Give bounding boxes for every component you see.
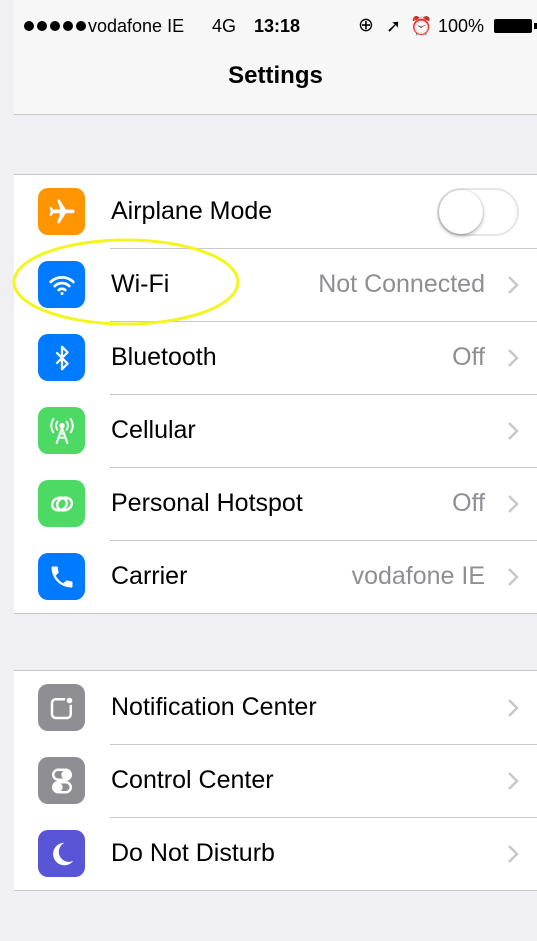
row-label: Personal Hotspot xyxy=(111,489,303,517)
settings-group-connectivity: Airplane Mode Wi-Fi Not Connected Blueto… xyxy=(14,174,537,614)
notification-center-row[interactable]: Notification Center xyxy=(14,671,537,744)
notification-center-icon xyxy=(38,684,85,731)
do-not-disturb-row[interactable]: Do Not Disturb xyxy=(14,817,537,890)
chevron-right-icon xyxy=(508,276,519,294)
row-detail: Off xyxy=(452,343,485,371)
moon-icon xyxy=(38,830,85,877)
location-arrow-icon: ➚ xyxy=(386,16,402,36)
battery-percentage: 100% xyxy=(438,16,485,36)
chevron-right-icon xyxy=(508,349,519,367)
chevron-right-icon xyxy=(508,845,519,863)
airplane-mode-toggle[interactable] xyxy=(437,188,519,236)
airplane-icon xyxy=(38,188,85,235)
phone-icon xyxy=(38,553,85,600)
chevron-right-icon xyxy=(508,568,519,586)
status-network: 4G xyxy=(212,16,237,36)
chevron-right-icon xyxy=(508,495,519,513)
bluetooth-row[interactable]: Bluetooth Off xyxy=(14,321,537,394)
row-label: Do Not Disturb xyxy=(111,839,275,867)
status-time: 13:18 xyxy=(254,16,301,36)
chevron-right-icon xyxy=(508,699,519,717)
carrier-row[interactable]: Carrier vodafone IE xyxy=(14,540,537,613)
page-title: Settings xyxy=(228,62,323,89)
bluetooth-icon xyxy=(38,334,85,381)
hotspot-link-icon xyxy=(38,480,85,527)
row-label: Cellular xyxy=(111,416,196,444)
row-detail: Not Connected xyxy=(318,270,485,298)
row-label: Notification Center xyxy=(111,693,317,721)
signal-strength-icon xyxy=(24,21,86,31)
wifi-row[interactable]: Wi-Fi Not Connected xyxy=(14,248,537,321)
row-detail: vodafone IE xyxy=(351,562,485,590)
status-bar: vodafone IE 4G 13:18 ⊕ ➚ ⏰ 100% xyxy=(14,12,537,40)
cellular-row[interactable]: Cellular xyxy=(14,394,537,467)
top-bar: vodafone IE 4G 13:18 ⊕ ➚ ⏰ 100% Settings xyxy=(14,0,537,115)
status-carrier: vodafone IE xyxy=(88,16,185,36)
chevron-right-icon xyxy=(508,422,519,440)
row-label: Bluetooth xyxy=(111,343,217,371)
chevron-right-icon xyxy=(508,772,519,790)
wifi-icon xyxy=(38,261,85,308)
settings-screen: vodafone IE 4G 13:18 ⊕ ➚ ⏰ 100% Settings… xyxy=(14,0,537,941)
battery-icon xyxy=(494,19,537,33)
control-center-icon xyxy=(38,757,85,804)
row-label: Carrier xyxy=(111,562,188,590)
row-label: Control Center xyxy=(111,766,274,794)
row-detail: Off xyxy=(452,489,485,517)
alarm-icon: ⏰ xyxy=(410,16,433,36)
personal-hotspot-row[interactable]: Personal Hotspot Off xyxy=(14,467,537,540)
toggle-knob xyxy=(439,190,483,234)
airplane-mode-row: Airplane Mode xyxy=(14,175,537,248)
cellular-antenna-icon xyxy=(38,407,85,454)
rotation-lock-icon: ⊕ xyxy=(358,15,374,36)
row-label: Wi-Fi xyxy=(111,270,170,298)
settings-group-centers: Notification Center Control Center Do No… xyxy=(14,670,537,891)
row-label: Airplane Mode xyxy=(111,197,273,225)
control-center-row[interactable]: Control Center xyxy=(14,744,537,817)
